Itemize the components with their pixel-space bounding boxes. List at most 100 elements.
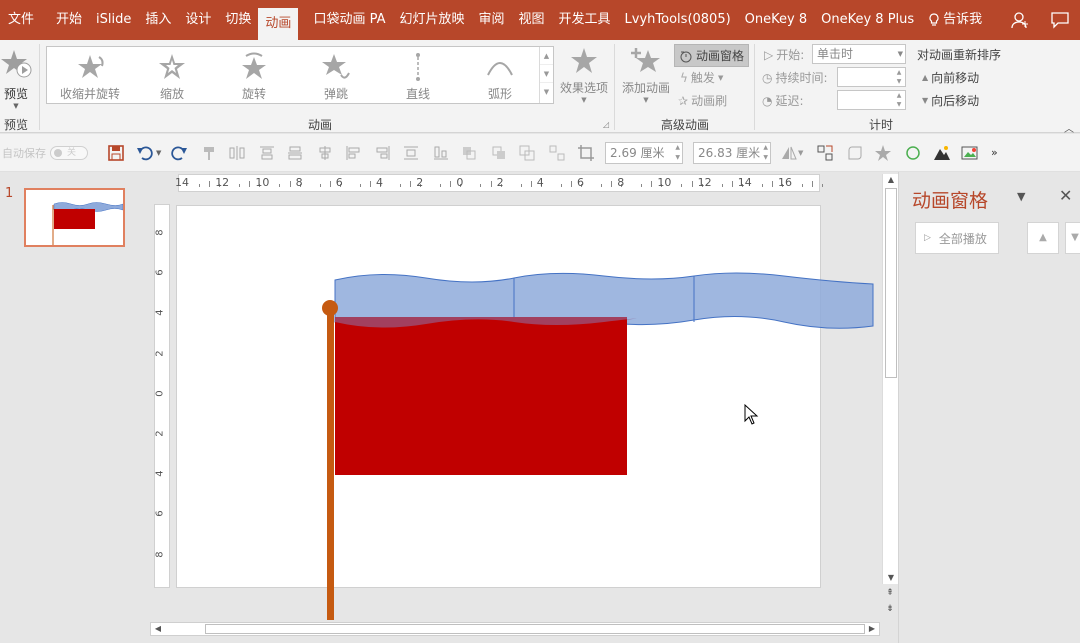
slide-editor: 14 12 10 8 6 4 2 0 2 4 6 8 10 12 14 16 864202468 ▲ ▼ ⇞ … bbox=[148, 172, 898, 643]
group-icon[interactable] bbox=[518, 144, 536, 162]
shape-oval-icon[interactable] bbox=[904, 144, 922, 162]
bring-forward-icon[interactable] bbox=[460, 144, 478, 162]
gallery-scroll[interactable]: ▲ ▼ ▼ bbox=[539, 47, 553, 103]
spinner-icon[interactable]: ▲ ▼ bbox=[763, 143, 768, 163]
align-left-icon[interactable] bbox=[344, 144, 362, 162]
scroll-down-icon[interactable]: ▼ bbox=[883, 572, 899, 584]
dialog-launcher-icon[interactable]: ◿ bbox=[603, 120, 609, 129]
menu-onekey8[interactable]: OneKey 8 bbox=[738, 0, 814, 40]
shape-height-input[interactable]: 2.69 厘米 ▲ ▼ bbox=[605, 142, 683, 164]
gallery-item-zoom[interactable]: 缩放 bbox=[131, 49, 213, 103]
flag-pole[interactable] bbox=[327, 310, 334, 620]
animation-painter-button[interactable]: ✰ 动画刷 bbox=[678, 92, 727, 109]
rotate-dropdown-icon[interactable]: ▼ bbox=[798, 144, 816, 162]
shape-width-input[interactable]: 26.83 厘米 ▲ ▼ bbox=[693, 142, 771, 164]
picture-icon[interactable] bbox=[961, 144, 979, 162]
horizontal-scroll-thumb[interactable] bbox=[205, 624, 865, 634]
gallery-item-shrink-spin[interactable]: 收缩并旋转 bbox=[49, 49, 131, 103]
move-down-button[interactable]: ▼ bbox=[1065, 222, 1080, 254]
scroll-left-icon[interactable]: ◀ bbox=[151, 623, 165, 635]
send-backward-icon[interactable] bbox=[490, 144, 508, 162]
move-earlier-button[interactable]: ▲ 向前移动 bbox=[922, 69, 979, 86]
undo-icon[interactable] bbox=[136, 144, 154, 162]
close-icon[interactable]: ✕ bbox=[1059, 186, 1072, 205]
distribute-vertical-icon[interactable] bbox=[402, 144, 420, 162]
tell-me-button[interactable]: 告诉我 bbox=[921, 0, 989, 40]
distribute-horizontal-icon[interactable] bbox=[228, 144, 246, 162]
share-user-icon[interactable] bbox=[1000, 0, 1040, 40]
star-effect-icon[interactable] bbox=[874, 144, 892, 162]
selection-pane-icon[interactable] bbox=[816, 144, 834, 162]
effect-options-button[interactable]: 效果选项 ▼ bbox=[558, 46, 610, 104]
menu-transitions[interactable]: 切换 bbox=[218, 0, 258, 40]
spinner-icon[interactable]: ▲ ▼ bbox=[893, 91, 905, 109]
gallery-item-spin[interactable]: 旋转 bbox=[213, 49, 295, 103]
gallery-item-bounce[interactable]: 弹跳 bbox=[295, 49, 377, 103]
zoom-star-icon bbox=[159, 54, 185, 79]
line-path-icon bbox=[416, 53, 420, 81]
menu-onekey8plus[interactable]: OneKey 8 Plus bbox=[814, 0, 921, 40]
menu-file[interactable]: 文件 bbox=[1, 0, 41, 40]
redo-icon[interactable] bbox=[170, 144, 188, 162]
gallery-up-icon[interactable]: ▲ bbox=[540, 47, 553, 65]
vertical-scrollbar[interactable]: ▲ ▼ bbox=[882, 174, 898, 584]
trigger-button[interactable]: ϟ 触发 ▼ bbox=[680, 69, 723, 86]
gallery-more-icon[interactable]: ▼ bbox=[540, 83, 553, 101]
comment-icon[interactable] bbox=[1040, 0, 1080, 40]
overflow-icon[interactable]: » bbox=[991, 144, 1009, 162]
menu-lvyhtools[interactable]: LvyhTools(0805) bbox=[618, 0, 738, 40]
menu-animations[interactable]: 动画 bbox=[258, 8, 299, 40]
spinner-icon[interactable]: ▲ ▼ bbox=[675, 143, 680, 163]
collapse-ribbon-icon[interactable]: ︿ bbox=[1064, 120, 1074, 135]
rotate-icon[interactable] bbox=[780, 144, 798, 162]
menu-design[interactable]: 设计 bbox=[178, 0, 218, 40]
format-painter-icon[interactable] bbox=[200, 144, 218, 162]
menu-home[interactable]: 开始 bbox=[49, 0, 89, 40]
align-middle-icon[interactable] bbox=[286, 144, 304, 162]
move-up-button[interactable]: ▲ bbox=[1027, 222, 1059, 254]
slide-thumbnail[interactable] bbox=[24, 188, 125, 247]
shape-outline-icon[interactable] bbox=[846, 144, 864, 162]
delay-input[interactable]: ▲ ▼ bbox=[837, 90, 906, 110]
animation-pane-button[interactable]: 动画窗格 bbox=[674, 44, 750, 67]
crop-icon[interactable] bbox=[577, 144, 595, 162]
add-animation-icon bbox=[631, 48, 660, 72]
menu-pocket-animation[interactable]: 口袋动画 PA bbox=[306, 0, 392, 40]
autosave-toggle[interactable]: 自动保存 关 bbox=[2, 144, 88, 162]
align-right-icon[interactable] bbox=[374, 144, 392, 162]
gallery-item-line[interactable]: 直线 bbox=[377, 49, 459, 103]
menu-view[interactable]: 视图 bbox=[512, 0, 552, 40]
tell-me-label: 告诉我 bbox=[943, 12, 983, 27]
align-center-icon[interactable] bbox=[316, 144, 334, 162]
play-all-button[interactable]: ▷ 全部播放 bbox=[915, 222, 999, 254]
pane-options-icon[interactable]: ▼ bbox=[1017, 190, 1025, 203]
menu-review[interactable]: 审阅 bbox=[472, 0, 512, 40]
preview-button[interactable]: 预览 ▼ bbox=[0, 48, 32, 110]
menu-islide[interactable]: iSlide bbox=[89, 0, 138, 40]
spinner-icon[interactable]: ▲ ▼ bbox=[893, 68, 905, 86]
add-animation-button[interactable]: 添加动画 ▼ bbox=[620, 46, 672, 104]
mountain-image-icon[interactable] bbox=[933, 144, 951, 162]
next-slide-icon[interactable]: ⇟ bbox=[884, 604, 896, 614]
ungroup-icon[interactable] bbox=[548, 144, 566, 162]
vertical-scroll-thumb[interactable] bbox=[885, 188, 897, 378]
duration-input[interactable]: ▲ ▼ bbox=[837, 67, 906, 87]
chevron-down-icon: ▼ bbox=[897, 50, 903, 58]
pole-top-ball[interactable] bbox=[322, 300, 338, 316]
horizontal-scrollbar[interactable]: ◀ ▶ bbox=[150, 622, 880, 636]
previous-slide-icon[interactable]: ⇞ bbox=[884, 588, 896, 598]
align-bottom-icon[interactable] bbox=[432, 144, 450, 162]
move-later-button[interactable]: ▼ 向后移动 bbox=[922, 92, 979, 109]
scroll-right-icon[interactable]: ▶ bbox=[865, 623, 879, 635]
menu-developer[interactable]: 开发工具 bbox=[552, 0, 618, 40]
scroll-up-icon[interactable]: ▲ bbox=[883, 174, 899, 186]
save-icon[interactable] bbox=[107, 144, 125, 162]
menu-insert[interactable]: 插入 bbox=[138, 0, 178, 40]
gallery-down-icon[interactable]: ▼ bbox=[540, 65, 553, 83]
red-flag-rectangle[interactable] bbox=[335, 317, 627, 475]
autosave-switch[interactable]: 关 bbox=[50, 146, 88, 160]
align-top-icon[interactable] bbox=[258, 144, 276, 162]
start-select[interactable]: 单击时 ▼ bbox=[812, 44, 906, 64]
menu-slideshow[interactable]: 幻灯片放映 bbox=[392, 0, 471, 40]
gallery-item-arc[interactable]: 弧形 bbox=[459, 49, 541, 103]
